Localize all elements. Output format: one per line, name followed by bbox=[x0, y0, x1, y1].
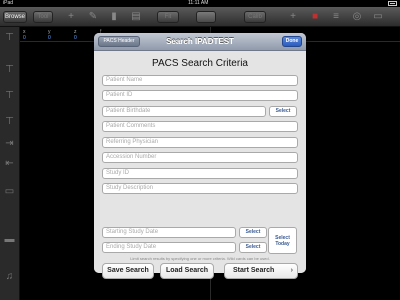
select-today-button[interactable]: Select Today bbox=[268, 227, 297, 254]
status-bar: iPad 11:11 AM bbox=[0, 0, 400, 7]
tool-music-icon[interactable]: ♫ bbox=[3, 270, 16, 283]
accession-number-field[interactable]: Accession Number bbox=[102, 152, 298, 163]
sidebar: ⊤ ⊤ ⊤ ⊤ ⇥ ⇤ ▭ ▬ ♫ bbox=[0, 27, 20, 300]
plus-icon[interactable]: + bbox=[66, 12, 76, 22]
save-search-button[interactable]: Save Search bbox=[102, 263, 154, 279]
starting-study-date-field[interactable]: Starting Study Date bbox=[102, 227, 236, 238]
chevron-right-icon: › bbox=[290, 267, 293, 274]
calib-button[interactable]: Calib bbox=[244, 11, 266, 23]
fit-button[interactable]: Fit bbox=[157, 11, 179, 23]
modal-body: PACS Search Criteria Patient Name Patien… bbox=[94, 51, 306, 273]
add-icon[interactable]: + bbox=[288, 12, 298, 22]
tool-right-icon[interactable]: ⇤ bbox=[3, 157, 16, 170]
patient-birthdate-field[interactable]: Patient Birthdate bbox=[102, 106, 266, 117]
browse-button[interactable]: Browse bbox=[3, 11, 27, 23]
criteria-title: PACS Search Criteria bbox=[152, 58, 248, 69]
pacs-search-modal: PACS Header Search IPADTEST Done PACS Se… bbox=[94, 33, 306, 273]
settings-icon[interactable]: ◎ bbox=[352, 12, 362, 22]
study-description-field[interactable]: Study Description bbox=[102, 183, 298, 194]
coord-y-value: 0 bbox=[48, 35, 51, 41]
wrench-icon[interactable]: ✎ bbox=[88, 12, 98, 22]
done-button[interactable]: Done bbox=[282, 36, 302, 47]
start-search-button[interactable]: Start Search › bbox=[224, 263, 298, 279]
layers-icon[interactable]: ≡ bbox=[331, 12, 341, 22]
toolbar: Browse Tool + ✎ ▮ ▤ Fit Calib + ■ ≡ ◎ ▭ bbox=[0, 7, 400, 27]
coord-z-value: 0 bbox=[74, 35, 77, 41]
start-search-label: Start Search bbox=[233, 267, 275, 274]
tool-left-icon[interactable]: ⇥ bbox=[3, 137, 16, 150]
patient-comments-field[interactable]: Patient Comments bbox=[102, 121, 298, 132]
device-name: iPad bbox=[3, 0, 14, 6]
birthdate-select-button[interactable]: Select bbox=[269, 106, 297, 117]
search-hint: Limit search results by specifying one o… bbox=[130, 256, 270, 261]
coord-x-value: 0 bbox=[23, 35, 26, 41]
tool-down-icon[interactable]: ⊤ bbox=[3, 115, 16, 128]
tool-t-icon[interactable]: ⊤ bbox=[3, 31, 16, 44]
battery-icon bbox=[388, 1, 397, 6]
export-icon[interactable]: ▭ bbox=[373, 12, 383, 22]
clock: 11:11 AM bbox=[188, 0, 209, 6]
ending-study-date-field[interactable]: Ending Study Date bbox=[102, 242, 236, 253]
tool-button[interactable]: Tool bbox=[33, 11, 53, 23]
load-search-button[interactable]: Load Search bbox=[160, 263, 214, 279]
tool-up-icon[interactable]: ⊤ bbox=[3, 89, 16, 102]
select-today-line2: Today bbox=[275, 241, 290, 247]
referring-physician-field[interactable]: Referring Physician bbox=[102, 137, 298, 148]
tool-box-icon[interactable]: ▭ bbox=[3, 185, 16, 198]
window-level-button[interactable] bbox=[196, 11, 216, 23]
levels-icon[interactable]: ▮ bbox=[109, 12, 119, 22]
patient-name-field[interactable]: Patient Name bbox=[102, 75, 298, 86]
record-icon[interactable]: ■ bbox=[310, 12, 320, 22]
modal-title: Search IPADTEST bbox=[166, 37, 234, 46]
modal-header: PACS Header Search IPADTEST Done bbox=[94, 33, 306, 51]
study-id-field[interactable]: Study ID bbox=[102, 168, 298, 179]
grid-icon[interactable]: ▤ bbox=[131, 12, 141, 22]
end-date-select-button[interactable]: Select bbox=[239, 242, 267, 253]
start-date-select-button[interactable]: Select bbox=[239, 227, 267, 238]
tool-arrow-icon[interactable]: ⊤ bbox=[3, 63, 16, 76]
tool-expand-icon[interactable]: ▬ bbox=[3, 233, 16, 246]
patient-id-field[interactable]: Patient ID bbox=[102, 90, 298, 101]
